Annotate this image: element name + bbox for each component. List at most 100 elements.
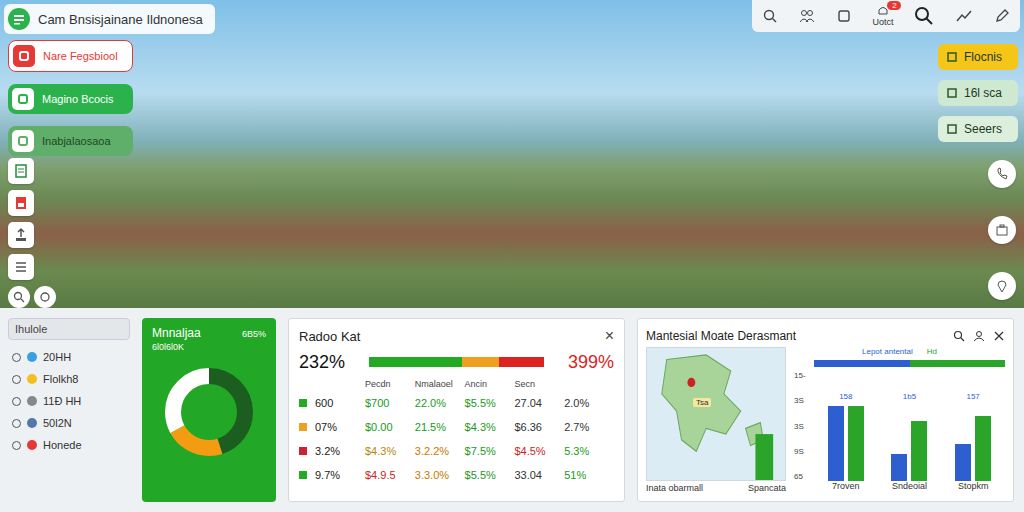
sidebar-item[interactable]: 20HH (8, 348, 130, 366)
chart-bar[interactable] (848, 406, 864, 481)
app-title: Cam Bnsisjainane Ildnonesa (4, 4, 215, 34)
user-icon[interactable] (973, 330, 985, 342)
close-button[interactable]: × (605, 327, 614, 345)
row-marker (299, 423, 307, 431)
column-header: Pecdn (365, 379, 415, 389)
action-icon (12, 130, 34, 152)
search-icon[interactable] (762, 8, 778, 24)
status-dot (27, 396, 37, 406)
status-dot (27, 352, 37, 362)
map-pin[interactable]: Tsa (693, 398, 711, 407)
dashboard: Cam Bnsisjainane Ildnonesa Nare Fegsbiool… (0, 0, 1024, 512)
table-cell: 21.5% (415, 421, 465, 433)
bar-segment (369, 357, 462, 367)
tool-row (8, 286, 56, 308)
upload-icon[interactable] (8, 222, 34, 248)
sidebar-item[interactable]: Honede (8, 436, 130, 454)
action-button[interactable]: Nare Fegsbiool (8, 40, 133, 72)
menu-icon[interactable] (8, 8, 30, 30)
table-cell: 51% (564, 469, 614, 481)
summary-row: 232%399% (299, 347, 614, 377)
y-axis: 15-3S3S9S65 (794, 371, 814, 495)
map-card: Mantesial Moate DerasmantTsaInata obarma… (637, 318, 1014, 502)
table-cell: 5.3% (564, 445, 614, 457)
action-button[interactable]: Seeers (938, 116, 1018, 142)
list-icon[interactable] (8, 254, 34, 280)
pin-icon[interactable] (988, 272, 1016, 300)
status-dot (27, 440, 37, 450)
bar-segment (462, 357, 499, 367)
radio-icon (12, 419, 21, 428)
table-row[interactable]: 600$70022.0%$5.5%27.042.0% (299, 391, 614, 415)
table-cell: $4.3% (465, 421, 515, 433)
alerts-button[interactable]: Uotct2 (872, 5, 893, 27)
card-header: Radoo Kat× (299, 325, 614, 347)
action-button[interactable]: Inabjalaosaoa (8, 126, 133, 156)
left-toolbar (8, 158, 56, 308)
search-icon[interactable] (953, 330, 965, 342)
card-subtitle: 6l0l6l0K (152, 342, 266, 352)
table-cell: $0.00 (365, 421, 415, 433)
bar-group: 1b5Sndeoial (891, 371, 927, 495)
action-button[interactable]: 16l sca (938, 80, 1018, 106)
people-icon[interactable] (799, 8, 815, 24)
stacked-bar (369, 357, 544, 367)
table-row[interactable]: 9.7%$4.9.53.3.0%$5.5%33.0451% (299, 463, 614, 487)
bar-group: 1587roven (828, 371, 864, 495)
status-dot (27, 374, 37, 384)
action-icon (13, 45, 35, 67)
sidebar-item[interactable]: 50l2N (8, 414, 130, 432)
radio-icon (12, 375, 21, 384)
table-cell: $5.5% (465, 469, 515, 481)
chart-bar[interactable] (955, 444, 971, 482)
table-row[interactable]: 07%$0.0021.5%$4.3%$6.362.7% (299, 415, 614, 439)
table-cell: 27.04 (514, 397, 564, 409)
bar-segment (499, 357, 545, 367)
report-icon[interactable] (8, 190, 34, 216)
column-header: Ancin (465, 379, 515, 389)
sidebar-item[interactable]: 11Ð HH (8, 392, 130, 410)
legend-strip (814, 360, 1005, 367)
sidebar-item[interactable]: Flolkh8 (8, 370, 130, 388)
zoom-icon[interactable] (8, 286, 30, 308)
bar-chart: Lepot antentalHd15-3S3S9S651587roven1b5S… (794, 347, 1005, 495)
table-cell: 3.3.0% (415, 469, 465, 481)
trend-icon[interactable] (955, 8, 973, 24)
pen-icon[interactable] (994, 8, 1010, 24)
table-row[interactable]: 3.2%$4.3%3.2.2%$7.5%$4.5%5.3% (299, 439, 614, 463)
table-header: PecdnNmalaoelAncinSecn (299, 377, 614, 391)
donut-chart (161, 364, 257, 460)
document-icon[interactable] (8, 158, 34, 184)
table-cell: 9.7% (299, 469, 365, 481)
city-photo: Cam Bnsisjainane Ildnonesa Nare Fegsbiool… (0, 0, 1024, 308)
table-cell: 600 (299, 397, 365, 409)
action-button[interactable]: Flocnis (938, 44, 1018, 70)
briefcase-icon[interactable] (988, 216, 1016, 244)
chart-bar[interactable] (891, 454, 907, 482)
magnifier-icon[interactable] (914, 6, 934, 26)
action-button[interactable]: Magino Bcocis (8, 84, 133, 114)
column-header: Nmalaoel (415, 379, 465, 389)
row-marker (299, 399, 307, 407)
chart-bar[interactable] (828, 406, 844, 481)
action-icon (946, 123, 958, 135)
chart-bar[interactable] (911, 421, 927, 481)
close-icon[interactable] (993, 330, 1005, 342)
table-cell: 2.7% (564, 421, 614, 433)
map-icon (647, 348, 785, 480)
table-cell: $7.5% (465, 445, 515, 457)
square-icon[interactable] (836, 8, 852, 24)
map-view[interactable]: TsaInata obarmallSpancata (646, 347, 786, 495)
table-cell: $4.3% (365, 445, 415, 457)
notification-badge: 2 (887, 1, 901, 10)
radio-icon (12, 441, 21, 450)
action-icon (946, 51, 958, 63)
table-cell: 22.0% (415, 397, 465, 409)
chart-bar[interactable] (975, 416, 991, 481)
circle-icon[interactable] (34, 286, 56, 308)
action-icon (946, 87, 958, 99)
search-field[interactable] (8, 318, 130, 340)
table-cell: 3.2% (299, 445, 365, 457)
action-icon (12, 88, 34, 110)
phone-icon[interactable] (988, 160, 1016, 188)
